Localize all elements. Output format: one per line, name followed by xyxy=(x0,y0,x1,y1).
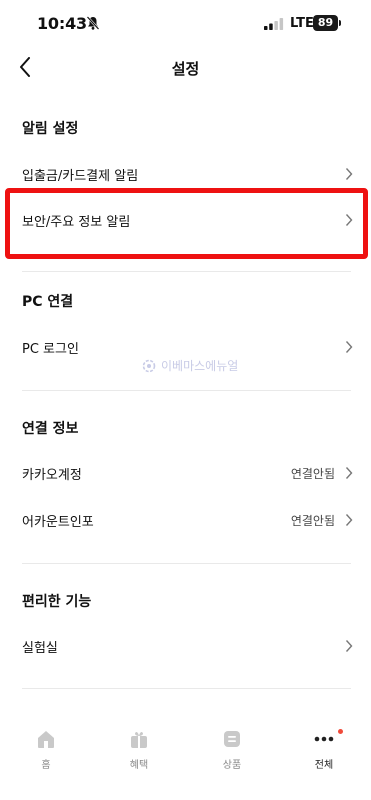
chevron-right-icon xyxy=(345,168,353,180)
row-status: 연결안됨 xyxy=(290,467,335,481)
bell-mute-icon xyxy=(86,16,100,30)
nav-products[interactable]: 상품 xyxy=(202,728,262,778)
row-label: 보안/주요 정보 알림 xyxy=(22,215,131,230)
row-security-alert[interactable]: 보안/주요 정보 알림 xyxy=(0,199,371,241)
nav-benefits[interactable]: 혜택 xyxy=(109,728,169,778)
page-title: 설정 xyxy=(171,60,200,78)
chevron-right-icon xyxy=(345,214,353,226)
divider xyxy=(22,271,351,272)
row-label: 입출금/카드결제 알림 xyxy=(22,169,139,184)
divider xyxy=(22,688,351,689)
nav-label: 전체 xyxy=(314,760,334,771)
divider xyxy=(22,390,351,391)
section-title-pc: PC 연결 xyxy=(22,294,74,310)
nav-all[interactable]: 전체 xyxy=(294,728,354,778)
divider xyxy=(22,563,351,564)
more-icon xyxy=(314,736,334,742)
notification-dot xyxy=(338,729,343,734)
row-label: PC 로그인 xyxy=(22,342,79,357)
row-account-info[interactable]: 어카운트인포 연결안됨 xyxy=(0,499,371,541)
battery-level: 89 xyxy=(313,15,338,31)
chevron-right-icon xyxy=(345,341,353,353)
watermark: 이베마스에뉴얼 xyxy=(142,357,238,374)
header: 설정 xyxy=(0,46,371,90)
row-label: 어카운트인포 xyxy=(22,515,94,530)
chevron-right-icon xyxy=(345,640,353,652)
watermark-logo-icon xyxy=(142,359,156,372)
row-status: 연결안됨 xyxy=(290,514,335,528)
row-label: 실험실 xyxy=(22,641,58,656)
row-kakao-account[interactable]: 카카오계정 연결안됨 xyxy=(0,452,371,494)
signal-icon xyxy=(264,18,284,30)
battery-icon: 89 xyxy=(313,15,343,31)
chevron-right-icon xyxy=(345,514,353,526)
product-icon xyxy=(224,731,240,747)
row-lab[interactable]: 실험실 xyxy=(0,625,371,667)
section-title-features: 편리한 기능 xyxy=(22,594,92,610)
watermark-text: 이베마스에뉴얼 xyxy=(161,359,239,373)
nav-label: 홈 xyxy=(41,760,51,771)
bottom-nav: 홈 혜택 상품 전체 xyxy=(0,710,371,800)
status-bar: 10:43 LTE 89 xyxy=(0,0,371,46)
gift-icon xyxy=(131,732,147,748)
row-deposit-card-alert[interactable]: 입출금/카드결제 알림 xyxy=(0,153,371,195)
home-icon xyxy=(38,731,54,748)
status-time: 10:43 xyxy=(37,14,87,33)
nav-home[interactable]: 홈 xyxy=(16,728,76,778)
network-type: LTE xyxy=(290,16,314,31)
section-title-connections: 연결 정보 xyxy=(22,421,79,437)
nav-label: 상품 xyxy=(222,760,242,771)
nav-label: 혜택 xyxy=(129,760,149,771)
section-title-notifications: 알림 설정 xyxy=(22,121,79,137)
chevron-right-icon xyxy=(345,467,353,479)
row-label: 카카오계정 xyxy=(22,468,82,483)
